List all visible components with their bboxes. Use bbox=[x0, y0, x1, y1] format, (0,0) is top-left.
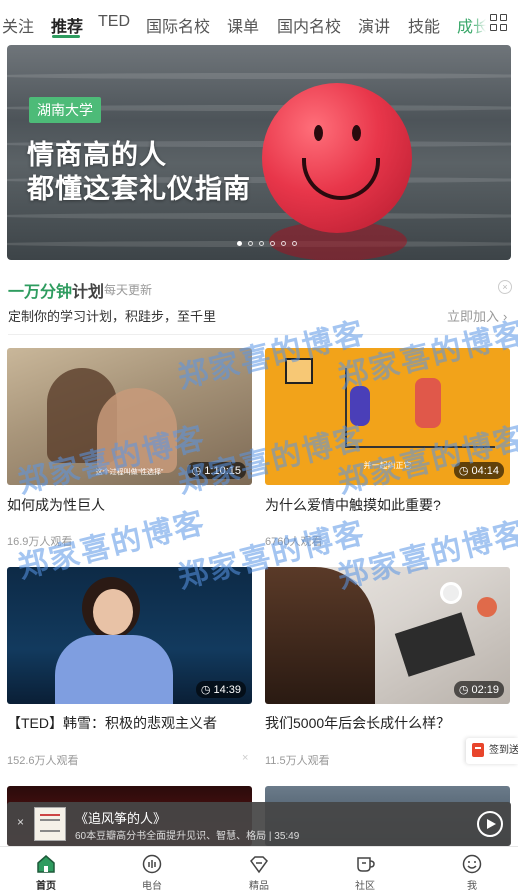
banner-pagination bbox=[237, 241, 297, 246]
player-title: 《追风筝的人》 bbox=[75, 811, 167, 826]
plan-subtitle: 每天更新 bbox=[104, 283, 153, 297]
featured-banner[interactable]: 湖南大学 情商高的人 都懂这套礼仪指南 bbox=[7, 45, 511, 260]
plan-description: 定制你的学习计划，积跬步，至千里 bbox=[8, 309, 217, 324]
nav-label: 精品 bbox=[249, 881, 269, 892]
nav-label: 我 bbox=[467, 881, 477, 892]
bottom-nav: 首页 电台 精品 社区 我 bbox=[0, 846, 518, 893]
signin-icon bbox=[472, 743, 484, 757]
tab-domestic-schools[interactable]: 国内名校 bbox=[277, 13, 341, 37]
banner-title-line2: 都懂这套礼仪指南 bbox=[27, 174, 251, 204]
all-channels-grid-icon[interactable] bbox=[490, 14, 508, 32]
tab-international-schools[interactable]: 国际名校 bbox=[146, 13, 210, 37]
active-tab-indicator bbox=[52, 35, 80, 38]
tabs-fade bbox=[472, 6, 486, 38]
dismiss-icon[interactable]: × bbox=[242, 752, 248, 764]
tab-skills[interactable]: 技能 bbox=[408, 13, 440, 37]
nav-label: 电台 bbox=[142, 881, 162, 892]
plan-title: 一万分钟计划 bbox=[8, 278, 104, 302]
duration-badge: ◷ 14:39 bbox=[195, 681, 246, 698]
home-icon bbox=[37, 855, 55, 873]
video-thumbnail[interactable]: ◷ 02:19 bbox=[265, 567, 510, 704]
pagination-dot bbox=[292, 241, 297, 246]
audiobook-cover bbox=[34, 807, 66, 841]
duration-badge: ◷ 02:19 bbox=[453, 681, 504, 698]
diamond-icon bbox=[250, 856, 268, 874]
nav-label: 首页 bbox=[36, 881, 56, 892]
pagination-dot bbox=[259, 241, 264, 246]
tab-speeches[interactable]: 演讲 bbox=[358, 13, 390, 37]
video-title[interactable]: 我们5000年后会长成什么样？ bbox=[265, 713, 450, 733]
video-title[interactable]: 【TED】韩雪：积极的悲观主义者 bbox=[7, 713, 217, 733]
play-icon[interactable] bbox=[477, 811, 503, 837]
tab-recommended[interactable]: 推荐 bbox=[51, 13, 83, 37]
daily-signin-button[interactable]: 签到送 bbox=[466, 738, 518, 764]
tab-ted[interactable]: TED bbox=[98, 13, 130, 31]
smiley-ball-image bbox=[262, 83, 412, 233]
signin-label: 签到送 bbox=[489, 745, 518, 756]
nav-premium[interactable]: 精品 bbox=[219, 847, 299, 893]
nav-profile[interactable]: 我 bbox=[432, 847, 512, 893]
duration-text: 14:39 bbox=[213, 684, 241, 696]
tab-follow[interactable]: 关注 bbox=[2, 13, 34, 37]
plan-title-suffix: 计划 bbox=[72, 284, 105, 301]
nav-radio[interactable]: 电台 bbox=[112, 847, 192, 893]
pagination-dot bbox=[270, 241, 275, 246]
view-count: 152.6万人观看 bbox=[7, 755, 79, 767]
nav-community[interactable]: 社区 bbox=[325, 847, 405, 893]
plan-title-prefix: 一万分钟 bbox=[8, 284, 73, 301]
player-subtitle: 60本豆瓣高分书全面提升见识、智慧、格局 | 35:49 bbox=[75, 831, 300, 842]
plan-close-icon[interactable]: × bbox=[498, 280, 512, 294]
banner-school-tag: 湖南大学 bbox=[29, 97, 101, 123]
mini-audio-player[interactable]: × 《追风筝的人》 60本豆瓣高分书全面提升见识、智慧、格局 | 35:49 bbox=[7, 802, 511, 846]
nav-home[interactable]: 首页 bbox=[6, 847, 86, 893]
pagination-dot bbox=[237, 241, 242, 246]
pagination-dot bbox=[281, 241, 286, 246]
radio-icon bbox=[142, 854, 162, 874]
cup-icon bbox=[357, 857, 375, 872]
view-count: 11.5万人观看 bbox=[265, 755, 330, 767]
top-tab-bar: 关注 推荐 TED 国际名校 课单 国内名校 演讲 技能 成长 bbox=[0, 0, 518, 42]
tab-course-lists[interactable]: 课单 bbox=[227, 13, 259, 37]
nav-label: 社区 bbox=[355, 881, 375, 892]
close-icon[interactable]: × bbox=[17, 815, 24, 829]
pagination-dot bbox=[248, 241, 253, 246]
duration-text: 02:19 bbox=[471, 684, 499, 696]
profile-icon bbox=[462, 854, 482, 874]
